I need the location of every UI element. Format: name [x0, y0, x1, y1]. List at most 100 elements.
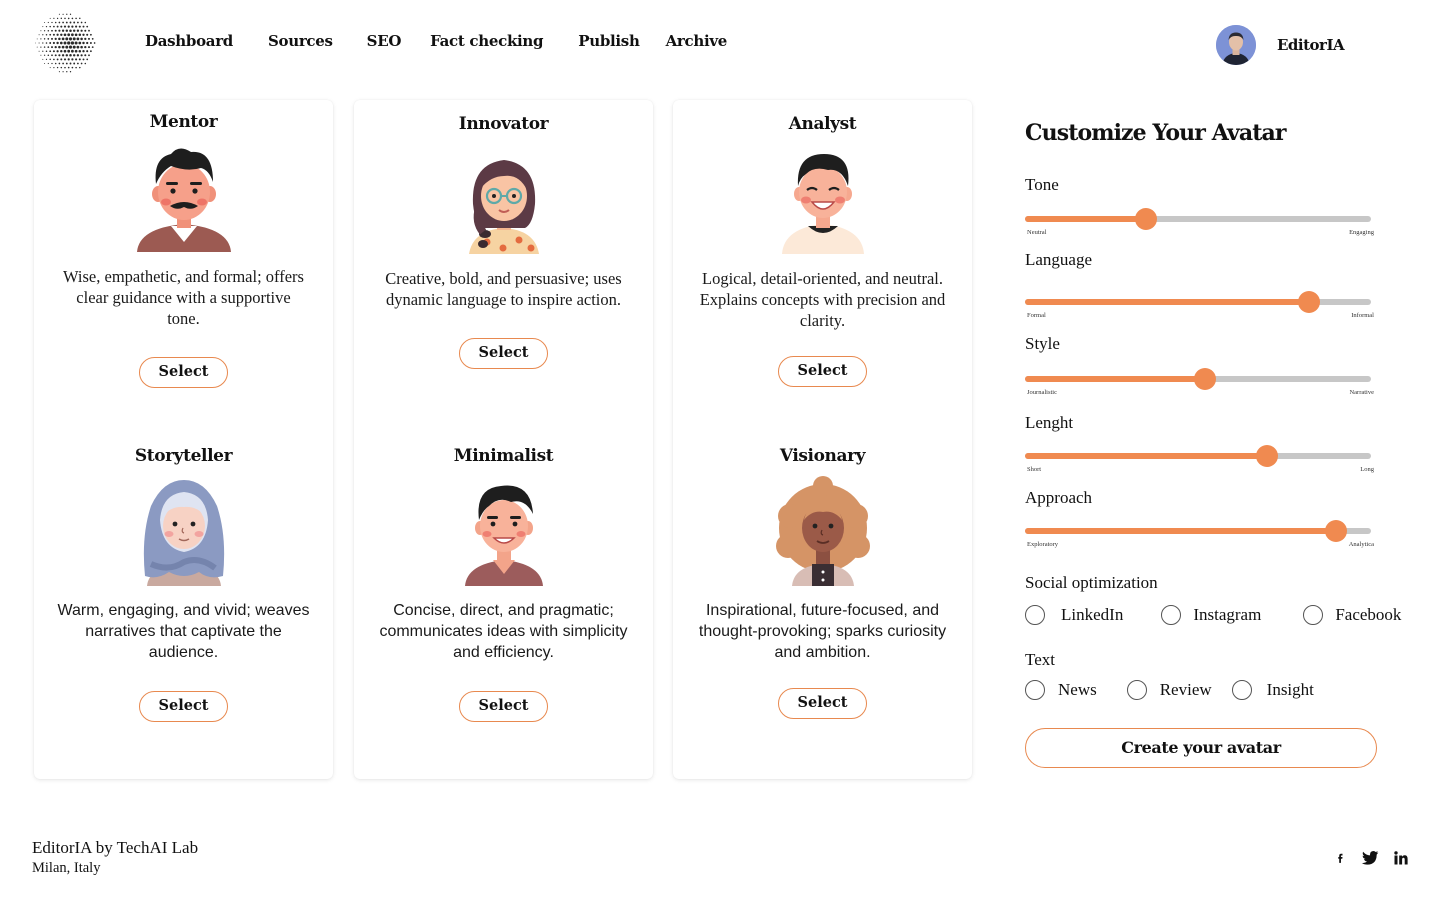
social-links — [1334, 849, 1408, 867]
footer-brand: EditorIA by TechAI Lab — [32, 838, 199, 857]
persona-title: Mentor — [149, 112, 218, 132]
slider-tone[interactable] — [1025, 207, 1371, 231]
persona-description: Wise, empathetic, and formal; offers cle… — [63, 267, 304, 328]
slider-min-label: Neutral — [1027, 229, 1047, 236]
slider-min-label: Journalistic — [1027, 389, 1057, 396]
news-label: News — [1058, 680, 1097, 699]
select-minimalist-button[interactable]: Select — [459, 691, 548, 722]
persona-innovator: Innovator Creative, bold, and persuasive… — [354, 114, 653, 369]
twitter-icon[interactable] — [1361, 850, 1379, 866]
customize-title: Customize Your Avatar — [1025, 120, 1286, 146]
facebook-radio[interactable] — [1303, 605, 1324, 625]
persona-minimalist: Minimalist Concise, direct, and pragmati… — [354, 446, 653, 722]
slider-thumb[interactable] — [1135, 208, 1158, 230]
user-photo-icon — [1216, 25, 1256, 65]
facebook-icon[interactable] — [1334, 849, 1348, 867]
mentor-avatar-icon — [136, 148, 231, 252]
persona-description: Concise, direct, and pragmatic; communic… — [379, 602, 628, 661]
persona-title: Analyst — [788, 114, 857, 134]
footer-location: Milan, Italy — [32, 860, 101, 876]
insight-radio[interactable] — [1231, 680, 1252, 700]
slider-approach[interactable] — [1025, 519, 1371, 543]
social-optimization-label: Social optimization — [1025, 573, 1158, 592]
innovator-avatar-icon — [468, 160, 539, 254]
persona-title: Minimalist — [453, 446, 554, 466]
review-radio[interactable] — [1126, 680, 1147, 700]
slider-label-lenght: Lenght — [1025, 413, 1074, 432]
slider-thumb[interactable] — [1297, 291, 1320, 313]
analyst-avatar-icon — [781, 154, 864, 254]
linkedin-radio[interactable] — [1025, 605, 1045, 625]
text-options: News Review Insight — [1025, 680, 1314, 700]
persona-description: Inspirational, future-focused, and thoug… — [698, 602, 947, 661]
slider-max-label: Informal — [1351, 312, 1374, 319]
select-storyteller-button[interactable]: Select — [139, 691, 228, 722]
create-avatar-button[interactable]: Create your avatar — [1025, 728, 1377, 768]
slider-label-tone: Tone — [1025, 175, 1059, 194]
review-label: Review — [1159, 680, 1212, 699]
persona-mentor: Mentor Wise, empathetic, and formal; off… — [34, 112, 333, 388]
customize-panel: Customize Your Avatar Tone Neutral Engagin… — [1025, 120, 1405, 768]
slider-max-label: Analytica — [1348, 541, 1374, 548]
social-options: LinkedIn Instagram Facebook — [1025, 605, 1401, 625]
linkedin-icon[interactable] — [1394, 851, 1408, 865]
slider-min-label: Exploratory — [1027, 541, 1059, 548]
slider-fill — [1025, 376, 1205, 382]
slider-thumb[interactable] — [1256, 445, 1279, 467]
slider-fill — [1025, 216, 1147, 222]
slider-label-approach: Approach — [1025, 488, 1093, 507]
nav-fact-checking[interactable]: Fact checking — [430, 32, 543, 50]
persona-card-column-1: Mentor Wise, empathetic, and formal; off… — [34, 100, 333, 779]
select-analyst-button[interactable]: Select — [778, 356, 867, 387]
linkedin-label: LinkedIn — [1061, 605, 1124, 624]
user-profile[interactable]: EditorIA — [1216, 25, 1345, 65]
persona-visionary: Visionary Inspirational, future-focused,… — [673, 446, 972, 719]
persona-description: Logical, detail-oriented, and neutral. E… — [699, 269, 946, 330]
persona-card-column-3: Analyst Logical, detail-oriented, and ne… — [673, 100, 972, 779]
slider-fill — [1025, 299, 1309, 305]
text-type-label: Text — [1025, 650, 1055, 669]
persona-description: Warm, engaging, and vivid; weaves narrat… — [57, 602, 310, 661]
avatar[interactable] — [1216, 25, 1256, 65]
persona-title: Visionary — [779, 446, 866, 466]
slider-max-label: Long — [1360, 466, 1374, 473]
nav-dashboard[interactable]: Dashboard — [145, 32, 233, 50]
select-visionary-button[interactable]: Select — [778, 688, 867, 719]
facebook-label: Facebook — [1335, 605, 1402, 624]
globe-logo-icon[interactable] — [34, 8, 96, 78]
nav-publish[interactable]: Publish — [578, 32, 640, 50]
top-header: Dashboard Sources SEO Fact checking Publ… — [0, 0, 1440, 90]
nav-seo[interactable]: SEO — [367, 32, 402, 50]
nav-archive[interactable]: Archive — [666, 32, 728, 50]
storyteller-avatar-icon — [143, 480, 224, 586]
slider-style[interactable] — [1025, 367, 1371, 391]
main-nav: Dashboard Sources SEO Fact checking Publ… — [145, 32, 727, 50]
persona-storyteller: Storyteller Warm, engaging, and vivid; w… — [34, 446, 333, 722]
slider-language[interactable] — [1025, 290, 1371, 314]
profile-name: EditorIA — [1277, 36, 1345, 54]
instagram-label: Instagram — [1193, 605, 1262, 624]
slider-max-label: Engaging — [1349, 229, 1374, 236]
select-mentor-button[interactable]: Select — [139, 357, 228, 388]
news-radio[interactable] — [1025, 680, 1045, 700]
instagram-radio[interactable] — [1161, 605, 1182, 625]
slider-min-label: Short — [1027, 466, 1042, 473]
persona-description: Creative, bold, and persuasive; uses dyn… — [385, 269, 622, 309]
persona-title: Innovator — [458, 114, 549, 134]
minimalist-avatar-icon — [464, 485, 543, 586]
select-innovator-button[interactable]: Select — [459, 338, 548, 369]
slider-fill — [1025, 528, 1337, 534]
persona-analyst: Analyst Logical, detail-oriented, and ne… — [673, 114, 972, 387]
slider-thumb[interactable] — [1193, 368, 1216, 390]
slider-lenght[interactable] — [1025, 444, 1371, 468]
slider-fill — [1025, 453, 1268, 459]
slider-thumb[interactable] — [1325, 520, 1348, 542]
slider-min-label: Formal — [1027, 312, 1046, 319]
insight-label: Insight — [1266, 680, 1314, 699]
visionary-avatar-icon — [775, 476, 870, 586]
persona-card-column-2: Innovator Creative, bold, and persuasive… — [354, 100, 653, 779]
slider-label-language: Language — [1025, 250, 1093, 269]
nav-sources[interactable]: Sources — [268, 32, 333, 50]
persona-title: Storyteller — [134, 446, 233, 466]
slider-max-label: Narrative — [1349, 389, 1374, 396]
